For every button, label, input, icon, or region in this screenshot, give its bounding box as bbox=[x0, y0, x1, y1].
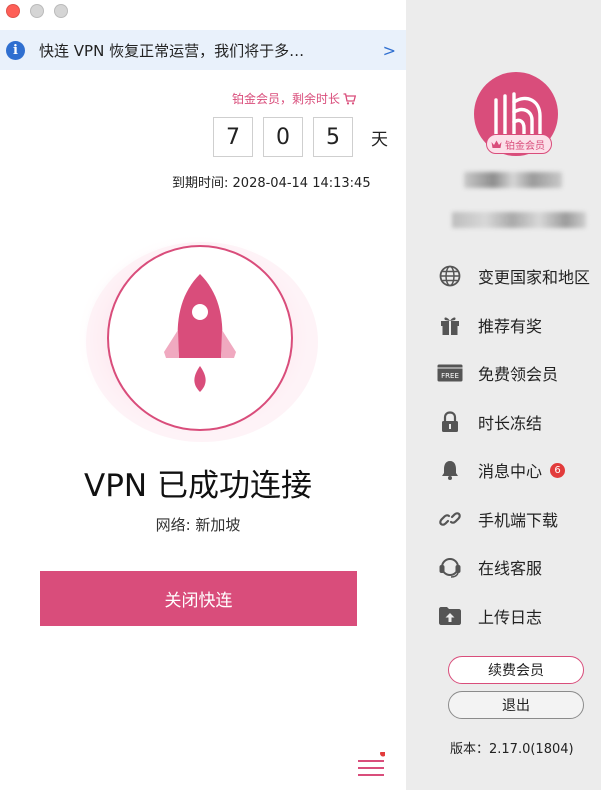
connection-status: VPN 已成功连接 bbox=[84, 468, 312, 504]
sidebar-item-label: 变更国家和地区 bbox=[478, 268, 591, 288]
version-label: 版本：2.17.0(1804) bbox=[450, 742, 574, 757]
minimize-window-button[interactable] bbox=[30, 4, 44, 18]
notice-arrow-link[interactable]: > bbox=[383, 41, 396, 60]
sidebar-item-messages[interactable]: 消息中心 6 bbox=[436, 446, 601, 495]
renew-membership-button[interactable]: 续费会员 bbox=[448, 656, 584, 684]
hamburger-menu-icon bbox=[358, 750, 386, 776]
unread-count-badge: 6 bbox=[550, 462, 566, 478]
sidebar-item-upload-logs[interactable]: 上传日志 bbox=[436, 592, 601, 641]
expiry-label: 到期时间: bbox=[172, 176, 229, 191]
sidebar-item-label: 手机端下载 bbox=[478, 510, 559, 530]
sidebar-item-referral[interactable]: 推荐有奖 bbox=[436, 301, 601, 350]
zoom-window-button[interactable] bbox=[54, 4, 68, 18]
network-value: 新加坡 bbox=[195, 516, 241, 534]
window-controls bbox=[6, 4, 68, 18]
sidebar-item-change-region[interactable]: 变更国家和地区 bbox=[436, 252, 601, 301]
plan-label-text: 铂金会员，剩余时长 bbox=[231, 92, 340, 106]
sidebar-item-label: 上传日志 bbox=[478, 607, 543, 627]
notification-dot bbox=[380, 750, 386, 757]
crown-icon bbox=[491, 140, 502, 148]
days-digit: 5 bbox=[313, 117, 353, 157]
expiry-value: 2028-04-14 14:13:45 bbox=[232, 176, 371, 191]
redacted-username bbox=[464, 172, 562, 188]
gift-icon bbox=[436, 311, 464, 339]
rocket-icon bbox=[76, 234, 318, 442]
days-unit: 天 bbox=[371, 129, 388, 150]
notice-bar[interactable]: i 快连 VPN 恢复正常运营，我们将于多… > bbox=[0, 30, 406, 70]
sidebar-item-freeze-time[interactable]: 时长冻结 bbox=[436, 398, 601, 447]
network-label: 网络: bbox=[155, 516, 191, 534]
free-ticket-icon: FREE bbox=[436, 359, 464, 387]
disconnect-button[interactable]: 关闭快连 bbox=[40, 571, 357, 626]
sidebar: 铂金会员 变更国家和地区 推荐有奖 FREE 免费领会员 时长冻结 消息中心 6… bbox=[406, 0, 601, 790]
lock-icon bbox=[436, 408, 464, 436]
headset-icon bbox=[436, 553, 464, 581]
hamburger-menu-button[interactable] bbox=[357, 750, 386, 780]
globe-icon bbox=[436, 262, 464, 290]
sidebar-item-free-membership[interactable]: FREE 免费领会员 bbox=[436, 349, 601, 398]
days-remaining: 7 0 5 天 bbox=[213, 117, 388, 157]
link-icon bbox=[436, 505, 464, 533]
expiry-time: 到期时间: 2028-04-14 14:13:45 bbox=[172, 172, 371, 191]
days-digit: 7 bbox=[213, 117, 253, 157]
redacted-account-id bbox=[452, 212, 586, 228]
sidebar-item-label: 时长冻结 bbox=[478, 413, 543, 433]
vip-badge: 铂金会员 bbox=[486, 134, 552, 154]
plan-remaining-label[interactable]: 铂金会员，剩余时长 bbox=[232, 90, 356, 107]
notice-text: 快连 VPN 恢复正常运营，我们将于多… bbox=[39, 41, 305, 60]
sidebar-item-label: 免费领会员 bbox=[478, 365, 559, 385]
sidebar-item-customer-service[interactable]: 在线客服 bbox=[436, 543, 601, 592]
vip-badge-label: 铂金会员 bbox=[505, 140, 545, 152]
sidebar-item-label: 消息中心 bbox=[478, 462, 543, 482]
close-window-button[interactable] bbox=[6, 4, 20, 18]
bell-icon bbox=[436, 456, 464, 484]
sidebar-item-mobile-download[interactable]: 手机端下载 bbox=[436, 495, 601, 544]
upload-folder-icon bbox=[436, 602, 464, 630]
days-digit: 0 bbox=[263, 117, 303, 157]
sidebar-item-label: 在线客服 bbox=[478, 559, 543, 579]
logout-button[interactable]: 退出 bbox=[448, 691, 584, 719]
user-avatar[interactable]: 铂金会员 bbox=[474, 72, 558, 156]
svg-text:FREE: FREE bbox=[441, 372, 459, 380]
network-info: 网络: 新加坡 bbox=[0, 514, 396, 535]
cart-icon bbox=[343, 92, 356, 104]
info-icon: i bbox=[6, 40, 25, 60]
sidebar-menu: 变更国家和地区 推荐有奖 FREE 免费领会员 时长冻结 消息中心 6 手机端下… bbox=[436, 252, 601, 640]
sidebar-item-label: 推荐有奖 bbox=[478, 316, 543, 336]
connection-indicator[interactable] bbox=[76, 232, 322, 444]
